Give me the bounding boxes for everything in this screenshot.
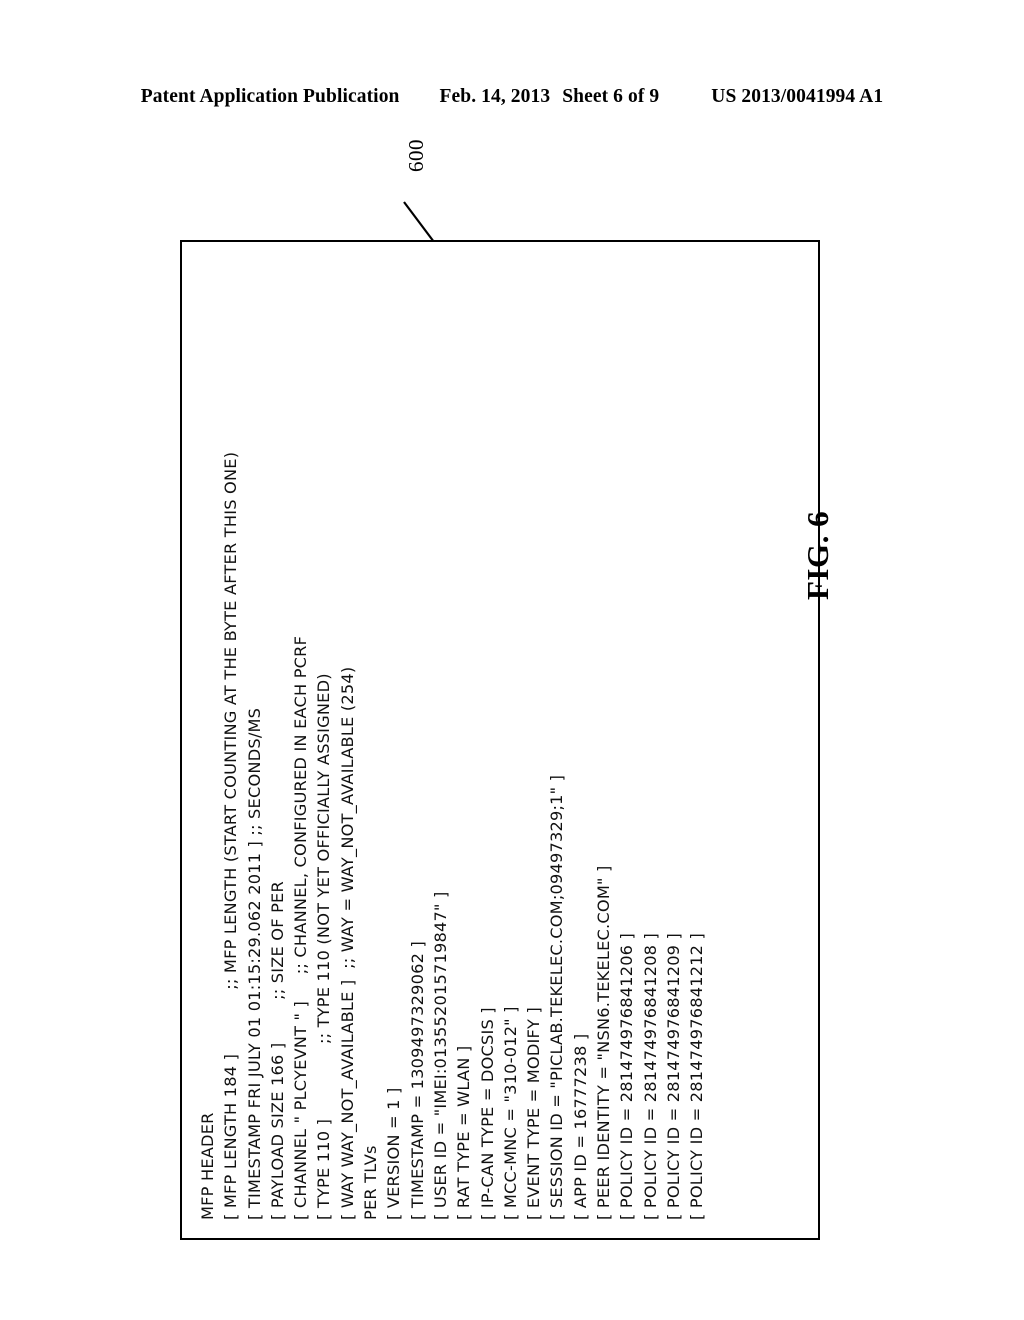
code-line: [ POLICY ID = 281474976841208 ] [640,932,660,1220]
code-line: [ APP ID = 16777238 ] [570,1033,590,1220]
code-line: [ WAY WAY_NOT_AVAILABLE ] ;; WAY = WAY_N… [337,666,357,1220]
message-listing-box: MFP HEADER[ MFP LENGTH 184 ] ;; MFP LENG… [180,240,820,1240]
code-line: [ MCC-MNC = "310-012" ] [500,1006,520,1220]
code-line: [ TIMESTAMP FRI JULY 01 01:15:29.062 201… [244,707,264,1220]
code-line: [ POLICY ID = 281474976841212 ] [687,932,707,1220]
code-line: [ PEER IDENTITY = "NSN6.TEKELEC.COM" ] [594,865,614,1221]
reference-numeral-600: 600 [404,139,428,172]
code-line: [ EVENT TYPE = MODIFY ] [524,1007,544,1220]
code-line: [ USER ID = "IMEI:013552015719847" ] [430,891,450,1220]
code-line: [ CHANNEL " PLCYEVNT " ] ;; CHANNEL, CON… [291,635,311,1220]
code-line: [ POLICY ID = 281474976841209 ] [663,932,683,1220]
code-line: [ VERSION = 1 ] [384,1087,404,1220]
code-line: MFP HEADER [198,1112,217,1220]
figure-600: 600 MFP HEADER[ MFP LENGTH 184 ] ;; MFP … [0,0,1024,1320]
code-line: [ SESSION ID = "PICLAB.TEKELEC.COM;09497… [547,774,567,1220]
rotated-listing-wrapper: MFP HEADER[ MFP LENGTH 184 ] ;; MFP LENG… [182,242,822,1242]
code-line: [ POLICY ID = 281474976841206 ] [617,932,637,1220]
code-line: [ RAT TYPE = WLAN ] [454,1045,474,1220]
code-line: PER TLVs [361,1145,381,1220]
code-line: [ PAYLOAD SIZE 166 ] ;; SIZE OF PER [267,881,287,1220]
code-line: [ TYPE 110 ] ;; TYPE 110 (NOT YET OFFICI… [314,673,334,1220]
figure-caption: FIG. 6 [800,510,835,600]
code-line: [ TIMESTAMP = 1309497329062 ] [407,940,427,1220]
code-line: [ IP-CAN TYPE = DOCSIS ] [477,1007,497,1220]
code-listing: MFP HEADER[ MFP LENGTH 184 ] ;; MFP LENG… [196,260,709,1220]
code-line: [ MFP LENGTH 184 ] ;; MFP LENGTH (START … [221,451,241,1220]
